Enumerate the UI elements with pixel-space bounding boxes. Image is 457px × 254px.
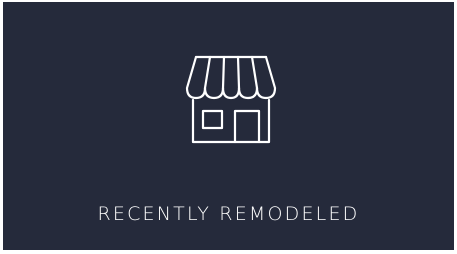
feature-label: RECENTLY REMODELED [97, 203, 360, 225]
storefront-icon [184, 54, 278, 148]
feature-card: RECENTLY REMODELED [3, 2, 454, 250]
